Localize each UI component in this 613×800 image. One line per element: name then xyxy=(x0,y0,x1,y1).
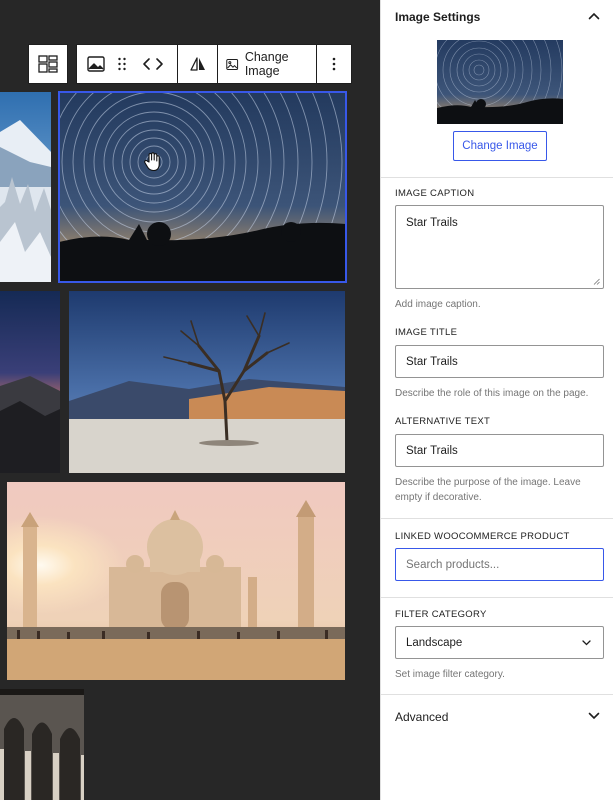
gallery-image-dead-tree[interactable] xyxy=(69,291,345,473)
alt-text-value: Star Trails xyxy=(406,444,458,457)
drag-handle-icon xyxy=(118,57,126,71)
caption-textarea[interactable]: Star Trails xyxy=(395,205,604,289)
chevron-up-icon[interactable] xyxy=(588,12,600,20)
gallery-image-taj-mahal[interactable] xyxy=(7,482,345,680)
title-help: Describe the role of this image on the p… xyxy=(395,388,589,399)
block-toolbar: Change Image xyxy=(76,44,352,84)
change-image-button[interactable]: Change Image xyxy=(453,131,547,161)
image-preview-thumbnail xyxy=(437,40,563,124)
filter-category-value: Landscape xyxy=(406,636,463,649)
move-arrows-button[interactable] xyxy=(129,45,177,83)
product-search-placeholder: Search products... xyxy=(406,558,500,571)
chevron-down-icon[interactable] xyxy=(588,712,600,720)
settings-sidebar: Image Settings Change Image IMAGE CAPTIO… xyxy=(380,0,613,800)
gallery-image-night-mountain[interactable] xyxy=(0,291,60,473)
more-vertical-icon xyxy=(332,57,336,71)
gallery-image-arches[interactable] xyxy=(0,689,84,800)
chevron-down-icon xyxy=(582,640,591,646)
caption-label: IMAGE CAPTION xyxy=(395,188,475,199)
block-switcher-group xyxy=(28,44,68,84)
resize-handle-icon[interactable] xyxy=(593,278,600,285)
change-image-toolbar-button[interactable]: Change Image xyxy=(218,45,316,83)
hand-cursor-icon xyxy=(144,152,160,172)
title-input[interactable]: Star Trails xyxy=(395,345,604,378)
product-search-input[interactable]: Search products... xyxy=(395,548,604,581)
gallery-image-star-trails[interactable] xyxy=(58,91,347,283)
image-icon xyxy=(87,56,105,72)
image-type-button[interactable] xyxy=(77,45,115,83)
alt-text-label: ALTERNATIVE TEXT xyxy=(395,416,491,427)
filter-category-label: FILTER CATEGORY xyxy=(395,609,487,620)
title-label: IMAGE TITLE xyxy=(395,327,458,338)
divider xyxy=(381,518,613,519)
more-options-button[interactable] xyxy=(317,45,351,83)
code-arrows-icon xyxy=(142,58,163,70)
advanced-panel-toggle[interactable]: Advanced xyxy=(395,710,448,724)
title-value: Star Trails xyxy=(406,355,458,368)
image-icon xyxy=(226,58,239,70)
flip-icon xyxy=(189,57,205,71)
filter-category-help: Set image filter category. xyxy=(395,669,505,680)
alt-text-help: Describe the purpose of the image. Leave… xyxy=(395,477,581,503)
alt-text-input[interactable]: Star Trails xyxy=(395,434,604,467)
filter-category-select[interactable]: Landscape xyxy=(395,626,604,659)
divider xyxy=(381,177,613,178)
panel-title: Image Settings xyxy=(395,10,481,24)
gallery-block-switcher-button[interactable] xyxy=(29,45,67,83)
editor-canvas: Change Image xyxy=(0,0,380,800)
caption-value: Star Trails xyxy=(406,217,458,229)
flip-button[interactable] xyxy=(178,45,218,83)
caption-help: Add image caption. xyxy=(395,299,481,310)
divider xyxy=(381,694,613,695)
divider xyxy=(381,597,613,598)
product-label: LINKED WOOCOMMERCE PRODUCT xyxy=(395,531,570,542)
grid-layout-icon xyxy=(38,55,58,73)
gallery-image-snowy-mountain[interactable] xyxy=(0,92,51,282)
drag-handle-button[interactable] xyxy=(115,45,129,83)
change-image-label: Change Image xyxy=(244,50,289,78)
